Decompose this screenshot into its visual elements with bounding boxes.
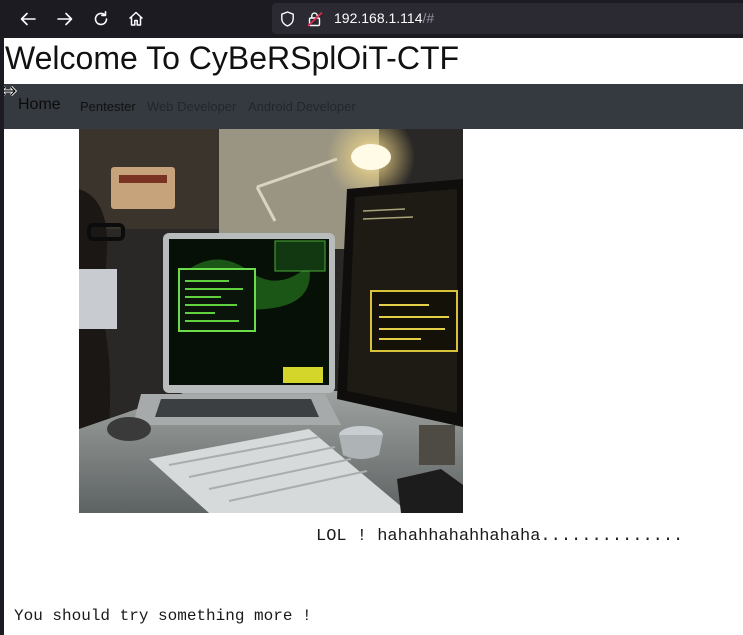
- insecure-lock-icon[interactable]: [307, 11, 323, 32]
- photo-gadget: [419, 425, 455, 465]
- photo-password-dialog: [370, 290, 458, 352]
- photo-cup: [339, 435, 383, 459]
- nav-brand-home[interactable]: Home: [18, 96, 61, 114]
- page-content: Welcome To CyBeRSplOiT-CTF Home Penteste…: [4, 38, 743, 635]
- nav-link-android-developer[interactable]: Android Developer: [248, 99, 356, 114]
- forward-arrow-icon[interactable]: [53, 7, 77, 31]
- photo-sticker: [283, 367, 323, 383]
- photo-laptop-keys: [155, 399, 319, 417]
- shield-icon[interactable]: [280, 11, 295, 32]
- url-path: /#: [422, 10, 435, 26]
- nav-link-pentester[interactable]: Pentester: [80, 99, 136, 114]
- reload-icon[interactable]: [89, 7, 113, 31]
- photo-screen-panel: [274, 240, 326, 272]
- browser-toolbar: 192.168.1.114/#: [0, 0, 743, 38]
- photo-poster-text: [119, 175, 167, 183]
- hacker-workstation-photo: [79, 129, 463, 513]
- url-text[interactable]: 192.168.1.114/#: [334, 10, 434, 26]
- photo-left-laptop: [79, 269, 117, 329]
- url-bar[interactable]: 192.168.1.114/#: [272, 3, 743, 34]
- hint-message: You should try something more !: [14, 607, 312, 625]
- nav-link-web-developer[interactable]: Web Developer: [147, 99, 236, 114]
- back-arrow-icon[interactable]: [16, 7, 40, 31]
- home-icon[interactable]: [124, 7, 148, 31]
- lol-message: LOL ! hahahhahahhahaha..............: [316, 527, 684, 546]
- navbar: Home Pentester Web Developer Android Dev…: [4, 84, 743, 129]
- page-title: Welcome To CyBeRSplOiT-CTF: [5, 40, 460, 76]
- photo-lamp: [351, 144, 391, 170]
- url-host: 192.168.1.114: [334, 10, 423, 26]
- photo-poster: [111, 167, 175, 209]
- photo-mouse: [107, 417, 151, 441]
- resize-cursor-icon: [4, 84, 18, 103]
